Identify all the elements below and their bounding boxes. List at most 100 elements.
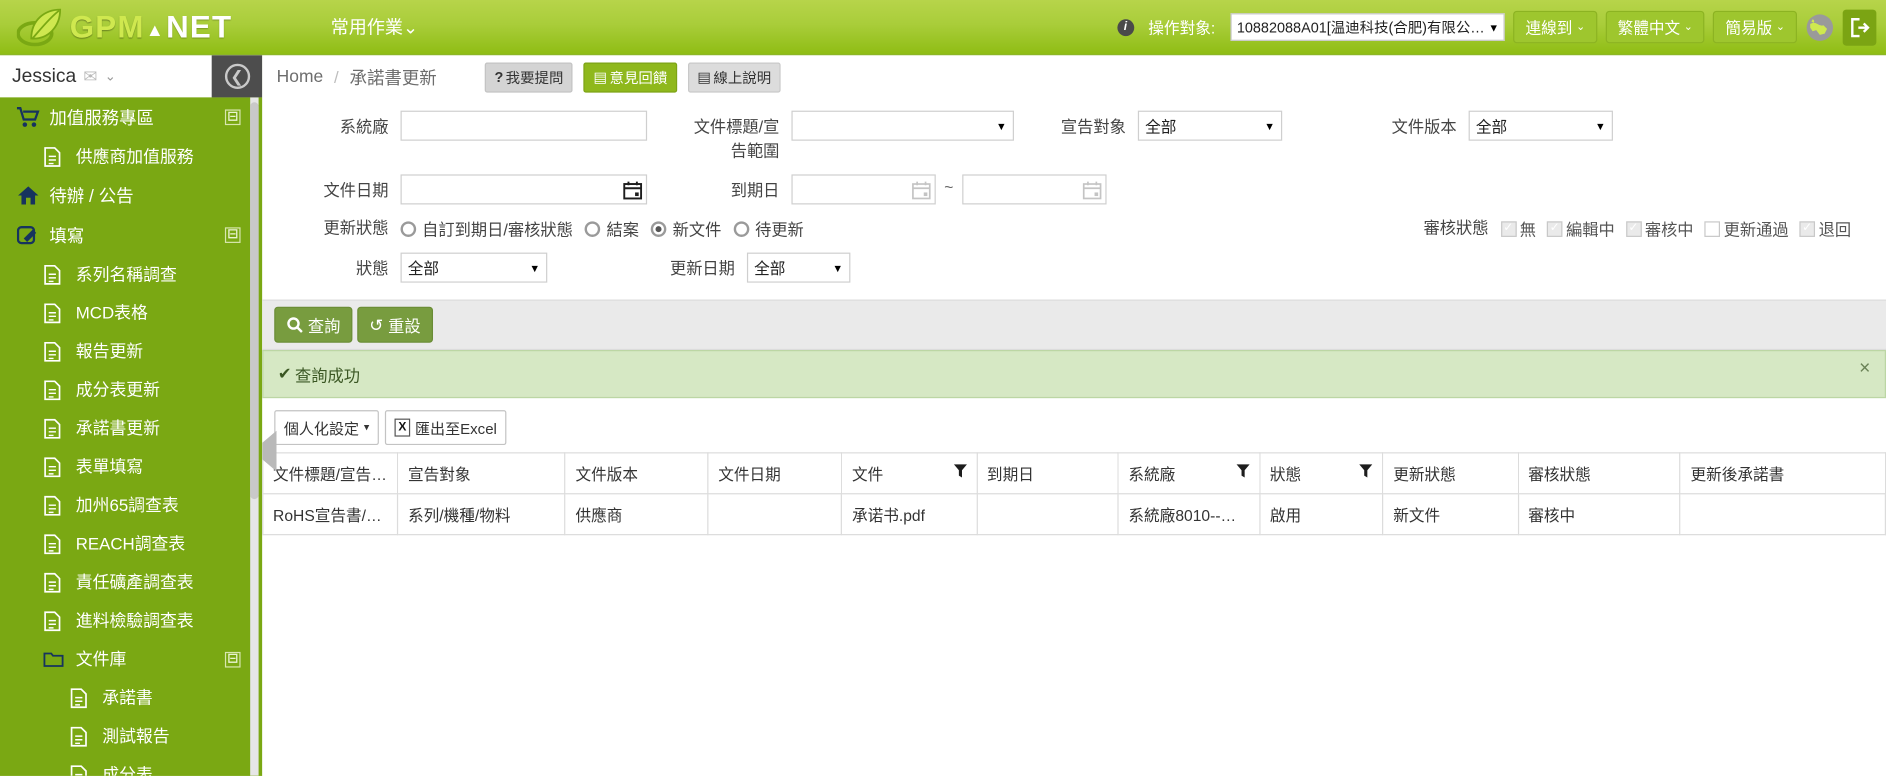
feedback-button[interactable]: ▤ 意見回饋 <box>583 61 677 93</box>
export-to-excel-button[interactable]: X 匯出至Excel <box>384 410 507 446</box>
grid-column-header-10[interactable]: 更新後承諾書 <box>1680 452 1886 495</box>
review-status-checkbox-0[interactable]: ✓ <box>1500 220 1517 237</box>
sidebar-item-2[interactable]: 待辦 / 公告 <box>0 176 262 216</box>
sidebar-item-13[interactable]: 進料檢驗調查表 <box>0 601 262 639</box>
grid-column-header-9[interactable]: 審核狀態 <box>1517 452 1681 495</box>
review-status-checkbox-2[interactable]: ✓ <box>1625 220 1642 237</box>
declare-target-select[interactable]: 全部 ▼ <box>1137 110 1283 141</box>
grid-column-label: 文件 <box>851 465 884 484</box>
sidebar-item-4[interactable]: 系列名稱調查 <box>0 255 262 293</box>
personalize-settings-button[interactable]: 個人化設定 ▾ <box>274 410 379 446</box>
doc-date-input[interactable] <box>400 174 648 205</box>
sidebar-item-0[interactable]: 加值服務專區 ⊟ <box>0 97 262 137</box>
update-status-radio-2[interactable] <box>651 220 667 237</box>
expiry-date-to-input[interactable] <box>961 174 1107 205</box>
expiry-date-from-input[interactable] <box>791 174 936 205</box>
grid-column-header-7[interactable]: 狀態 <box>1259 452 1384 495</box>
globe-icon[interactable] <box>1805 13 1834 42</box>
online-help-label: 線上說明 <box>713 69 772 87</box>
grid-cell-4[interactable]: 承诺书.pdf <box>841 493 978 536</box>
operation-target-select[interactable]: 10882088A01[温迪科技(合肥)有限公司(融… ▼ <box>1230 13 1506 41</box>
sidebar-item-14[interactable]: 文件庫 ⊟ <box>0 640 262 678</box>
sidebar-item-6[interactable]: 報告更新 <box>0 332 262 370</box>
logout-button[interactable] <box>1842 9 1877 46</box>
menu-common-tasks[interactable]: 常用作業⌄ <box>331 14 418 39</box>
grid-column-header-0[interactable]: 文件標題/宣告… <box>262 452 399 495</box>
chevron-down-icon[interactable]: ⌄ <box>105 69 116 84</box>
update-status-radio-group: 自訂到期日/審核狀態 結案 新文件 待更新 <box>400 217 816 241</box>
filter-icon[interactable] <box>1359 464 1373 478</box>
system-factory-input[interactable] <box>400 110 648 141</box>
doc-title-select[interactable]: ▼ <box>791 110 1014 141</box>
reset-button[interactable]: ↺ 重設 <box>357 306 433 343</box>
sidebar-item-8[interactable]: 承諾書更新 <box>0 409 262 447</box>
ask-question-button[interactable]: ? 我要提問 <box>484 61 574 93</box>
state-select[interactable]: 全部 ▼ <box>400 252 548 283</box>
update-status-radio-0[interactable] <box>400 220 417 237</box>
sidebar-item-17[interactable]: 成分表 <box>0 755 262 776</box>
brand-logo-text: GPM ▲ NET <box>70 8 232 45</box>
grid-column-label: 文件日期 <box>718 465 781 484</box>
alert-close-icon[interactable]: × <box>1859 359 1870 381</box>
sidebar-item-5[interactable]: MCD表格 <box>0 293 262 331</box>
sidebar-item-label: 表單填寫 <box>75 457 144 477</box>
envelope-icon[interactable]: ✉ <box>83 66 97 86</box>
field-update-status: 更新狀態 自訂到期日/審核狀態 結案 新文件 待更新 <box>262 217 816 241</box>
grid-column-header-1[interactable]: 宣告對象 <box>397 452 566 495</box>
sidebar-item-3[interactable]: 填寫 ⊟ <box>0 215 262 255</box>
breadcrumb-home-link[interactable]: Home <box>277 67 324 86</box>
logout-icon <box>1851 17 1870 37</box>
sidebar-item-label: 填寫 <box>49 227 85 247</box>
form-action-bar: 查詢 ↺ 重設 <box>262 299 1886 351</box>
sidebar-item-16[interactable]: 測試報告 <box>0 717 262 755</box>
grid-column-header-4[interactable]: 文件 <box>841 452 978 495</box>
review-status-checkbox-3[interactable] <box>1704 220 1721 237</box>
calendar-icon[interactable] <box>1082 180 1101 199</box>
review-status-checkbox-1[interactable]: ✓ <box>1546 220 1563 237</box>
sidebar-collapse-button[interactable]: ❮ <box>211 55 263 98</box>
calendar-icon[interactable] <box>912 180 931 199</box>
results-grid: 文件標題/宣告… 宣告對象 文件版本 文件日期 文件 到期日 系統廠 狀態 更新狀態 審核狀態 更新… <box>262 452 1886 536</box>
doc-version-select[interactable]: 全部 ▼ <box>1468 110 1613 141</box>
sidebar-item-1[interactable]: 供應商加值服務 <box>0 137 262 175</box>
simple-version-button[interactable]: 簡易版 ⌄ <box>1713 10 1797 44</box>
table-row[interactable]: RoHS宣告書/… 系列/機種/物料 供應商 承诺书.pdf 系統廠8010--… 啟用新… <box>262 493 1886 536</box>
sidebar-item-10[interactable]: 加州65調查表 <box>0 486 262 524</box>
filter-icon[interactable] <box>1236 464 1250 478</box>
grid-column-header-5[interactable]: 到期日 <box>976 452 1119 495</box>
update-status-radio-1[interactable] <box>584 220 601 237</box>
grid-column-header-6[interactable]: 系統廠 <box>1118 452 1261 495</box>
update-status-radio-3[interactable] <box>733 220 750 237</box>
grid-cell-7: 啟用 <box>1259 493 1384 536</box>
sidebar-item-15[interactable]: 承諾書 <box>0 678 262 716</box>
review-status-checkbox-4[interactable]: ✓ <box>1799 220 1816 237</box>
sidebar-item-expander[interactable]: ⊟ <box>224 109 241 126</box>
grid-column-label: 更新後承諾書 <box>1690 465 1785 484</box>
sidebar-item-11[interactable]: REACH調查表 <box>0 524 262 562</box>
grid-column-header-2[interactable]: 文件版本 <box>565 452 709 495</box>
language-button[interactable]: 繁體中文 ⌄ <box>1605 10 1705 44</box>
home-icon <box>17 185 43 205</box>
doc-version-value: 全部 <box>1475 117 1508 136</box>
field-doc-date: 文件日期 <box>262 174 648 205</box>
calendar-icon[interactable] <box>623 180 643 199</box>
field-update-date: 更新日期 全部 ▼ <box>648 252 851 283</box>
sidebar-item-expander[interactable]: ⊟ <box>224 227 241 243</box>
sidebar-item-12[interactable]: 責任礦產調查表 <box>0 563 262 601</box>
online-help-button[interactable]: ▤ 線上說明 <box>687 61 781 93</box>
update-date-select[interactable]: 全部 ▼ <box>746 252 851 283</box>
logo-triangle-icon: ▲ <box>145 20 165 41</box>
grid-cell-0[interactable]: RoHS宣告書/… <box>262 493 399 536</box>
filter-icon[interactable] <box>953 464 967 478</box>
doc-title-label: 文件標題/宣告範圍 <box>693 117 780 160</box>
sidebar-item-expander[interactable]: ⊟ <box>224 651 241 667</box>
grid-column-header-3[interactable]: 文件日期 <box>708 452 843 495</box>
sidebar-item-9[interactable]: 表單填寫 <box>0 447 262 485</box>
search-button[interactable]: 查詢 <box>274 306 353 343</box>
brand-logo[interactable]: GPM ▲ NET <box>0 7 301 48</box>
sidebar-item-7[interactable]: 成分表更新 <box>0 370 262 408</box>
state-label: 狀態 <box>356 259 389 278</box>
grid-column-header-8[interactable]: 更新狀態 <box>1382 452 1519 495</box>
connect-to-button[interactable]: 連線到 ⌄ <box>1513 10 1598 44</box>
breadcrumb: Home / 承諾書更新 ? 我要提問 ▤ 意見回饋 ▤ 線上說明 <box>262 55 1886 98</box>
